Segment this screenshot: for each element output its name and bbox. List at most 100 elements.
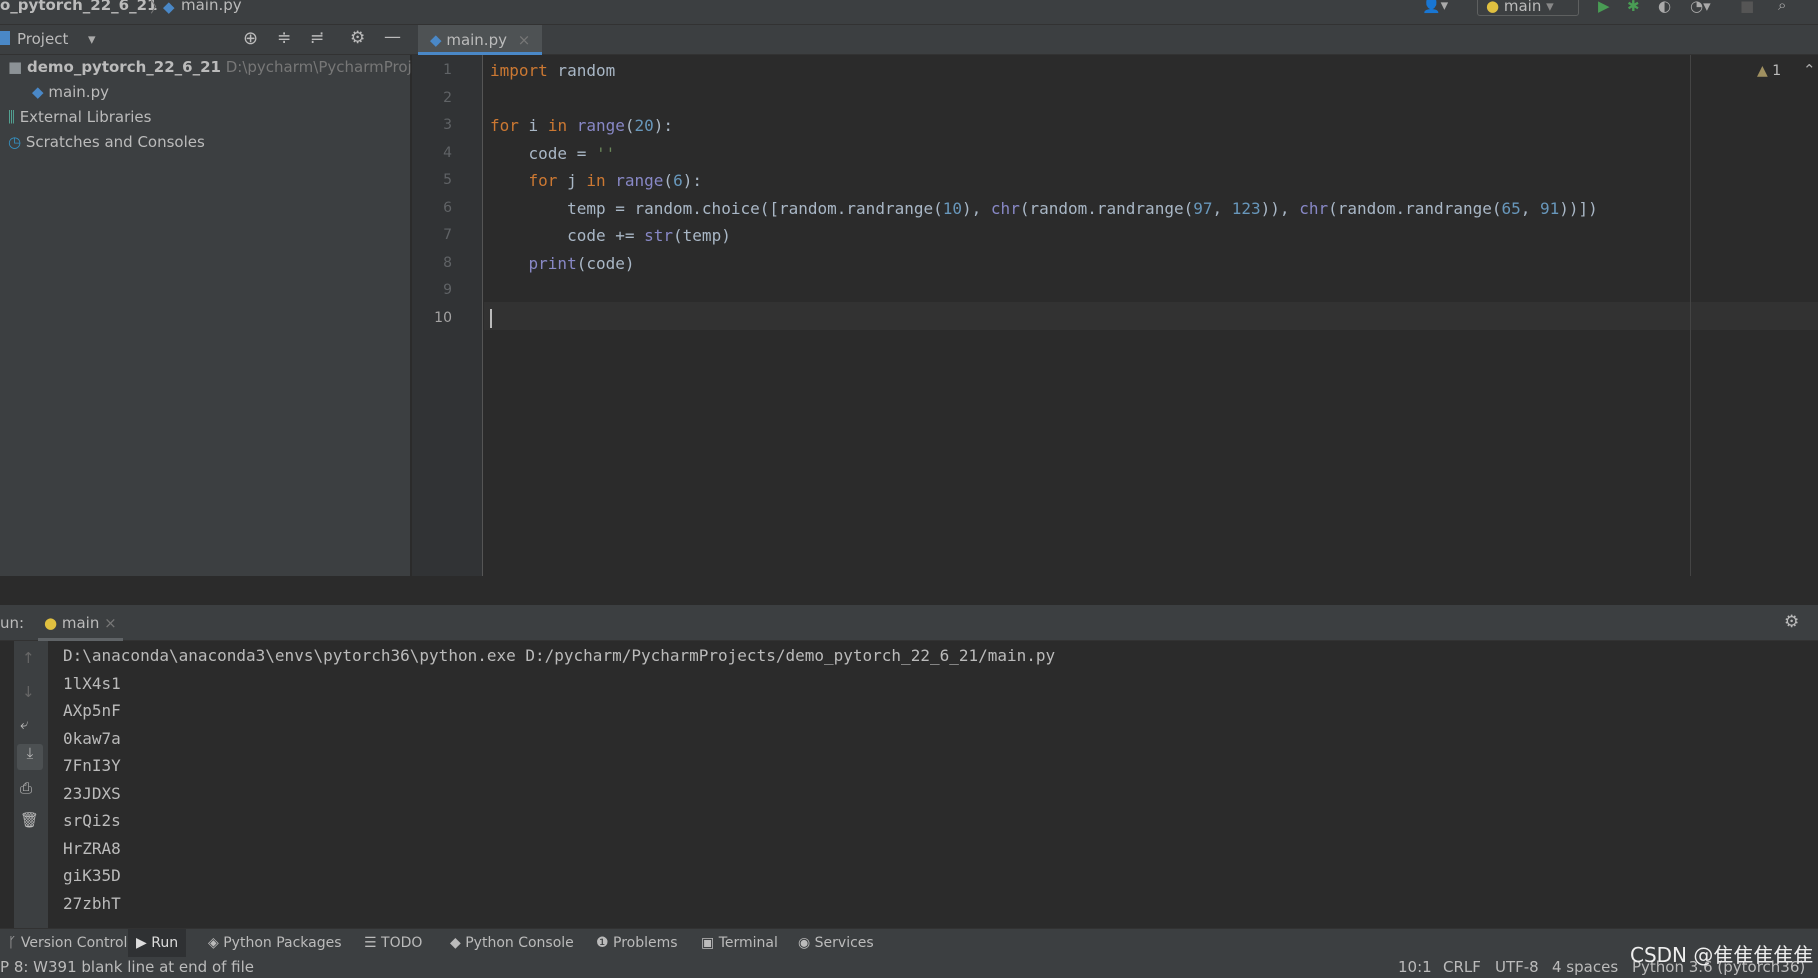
python-file-icon: ◆ [163, 0, 175, 16]
warning-indicator[interactable]: ▲ 1 [1757, 63, 1781, 79]
stop-icon[interactable]: ■ [1740, 0, 1754, 15]
tool-window-bar: ᚴ Version Control ▶ Run ◈ Python Package… [0, 928, 1818, 957]
console-line: AXp5nF [63, 701, 121, 720]
line-number: 2 [443, 89, 452, 106]
line-numbers: 1 2 3 4 5 6 7 8 9 10 [412, 55, 483, 576]
console-line: HrZRA8 [63, 838, 121, 858]
close-icon[interactable]: × [518, 31, 531, 49]
breadcrumb-project[interactable]: o_pytorch_22_6_21 [0, 0, 157, 14]
warning-count: 1 [1772, 63, 1782, 79]
arrow-up-icon[interactable]: ↑ [22, 649, 35, 667]
tool-services[interactable]: ◉ Services [790, 929, 882, 957]
tool-terminal[interactable]: ▣ Terminal [693, 929, 786, 957]
line-number: 3 [443, 117, 452, 133]
python-console-icon: ◆ [450, 935, 461, 951]
project-icon [0, 31, 10, 45]
close-icon[interactable]: × [104, 614, 117, 632]
tree-item-external-libraries[interactable]: ⫼ External Libraries [8, 105, 151, 130]
run-toolbar: ↑ ↓ ⤶ ⤓ ⎙ 🗑 [14, 641, 48, 928]
tree-item-scratches[interactable]: ◷ Scratches and Consoles [8, 130, 205, 155]
run-icon: ▶ [136, 935, 147, 951]
editor-inspection-gutter: ▲ 1 ⌃ [1690, 55, 1818, 576]
run-config-label: main [1503, 0, 1542, 15]
expand-all-icon[interactable]: ≑ [277, 28, 291, 48]
tool-label: Problems [613, 935, 678, 951]
list-icon: ☰ [364, 935, 377, 951]
chevron-up-icon[interactable]: ⌃ [1803, 61, 1816, 79]
tool-python-console[interactable]: ◆ Python Console [442, 929, 582, 957]
code-line: print(code) [528, 253, 635, 273]
indent-setting[interactable]: 4 spaces [1552, 957, 1618, 978]
tree-item-main-py[interactable]: ◆ main.py [32, 80, 109, 105]
code-line: import random [490, 61, 616, 80]
status-message[interactable]: P 8: W391 blank line at end of file [0, 957, 254, 978]
python-icon: ● [44, 614, 58, 632]
debug-icon[interactable]: ✱ [1627, 0, 1640, 15]
tool-label: Python Packages [223, 935, 342, 951]
run-tab-main[interactable]: ● main × [38, 605, 123, 641]
locate-icon[interactable]: ⊕ [243, 28, 258, 49]
tool-run[interactable]: ▶ Run [128, 929, 187, 957]
code-line [484, 305, 1690, 333]
editor-bottom-area [0, 576, 1818, 605]
print-icon[interactable]: ⎙ [20, 779, 32, 797]
scratches-icon: ◷ [8, 133, 22, 151]
line-number: 5 [443, 172, 452, 188]
editor-tabs: ◆ main.py × [410, 25, 1818, 55]
tab-label: main.py [446, 31, 507, 49]
console-line: 1lX4s1 [63, 673, 121, 693]
soft-wrap-icon[interactable]: ⤶ [20, 715, 28, 733]
code-line: for j in range(6): [528, 171, 702, 190]
code-editor[interactable]: import random for i in range(20): code =… [484, 55, 1690, 576]
code-line: temp = random.choice([random.randrange(1… [490, 198, 1598, 218]
file-encoding[interactable]: UTF-8 [1495, 957, 1539, 978]
root-name: demo_pytorch_22_6_21 [26, 58, 221, 76]
line-number: 8 [443, 254, 452, 271]
line-separator[interactable]: CRLF [1443, 957, 1481, 978]
tool-problems[interactable]: ❶ Problems [588, 929, 686, 957]
scroll-to-end-icon[interactable]: ⤓ [17, 744, 43, 770]
collapse-all-icon[interactable]: ≓ [310, 28, 324, 48]
arrow-down-icon[interactable]: ↓ [22, 683, 35, 701]
libs-label: External Libraries [19, 108, 152, 126]
trash-icon[interactable]: 🗑 [20, 811, 39, 829]
file-name: main.py [48, 83, 109, 101]
console-line: giK35D [63, 866, 121, 885]
line-number: 6 [443, 199, 452, 216]
scratches-label: Scratches and Consoles [25, 133, 205, 151]
tool-label: Python Console [465, 935, 574, 951]
code-line: code = '' [490, 143, 616, 163]
navigation-bar: o_pytorch_22_6_21 〉 ◆ main.py 👤▾ ● main … [0, 0, 1818, 25]
python-file-icon: ◆ [430, 31, 442, 49]
tool-label: Version Control [20, 935, 128, 951]
problems-icon: ❶ [596, 935, 609, 951]
chevron-down-icon[interactable]: ▾ [88, 30, 96, 48]
search-icon[interactable]: ⌕ [1778, 0, 1786, 14]
run-console[interactable]: D:\anaconda\anaconda3\envs\pytorch36\pyt… [50, 641, 1818, 928]
folder-icon: ■ [8, 58, 23, 76]
tool-version-control[interactable]: ᚴ Version Control [0, 929, 135, 957]
gear-icon[interactable]: ⚙ [350, 28, 365, 48]
coverage-icon[interactable]: ◐ [1658, 0, 1671, 15]
profile-icon[interactable]: ◔▾ [1690, 0, 1711, 15]
line-number: 7 [443, 227, 452, 243]
tool-todo[interactable]: ☰ TODO [356, 929, 430, 957]
run-config-select[interactable]: ● main ▾ [1477, 0, 1579, 16]
project-toolbar: Project ▾ ⊕ ≑ ≓ ⚙ — [0, 25, 410, 55]
gear-icon[interactable]: ⚙ [1784, 612, 1799, 632]
user-icon[interactable]: 👤▾ [1422, 0, 1448, 14]
line-number: 9 [443, 282, 452, 298]
run-icon[interactable]: ▶ [1598, 0, 1610, 15]
line-number: 1 [443, 62, 452, 78]
tree-root[interactable]: ■ demo_pytorch_22_6_21 D:\pycharm\Pychar… [8, 55, 429, 80]
tool-python-packages[interactable]: ◈ Python Packages [200, 929, 350, 957]
console-command: D:\anaconda\anaconda3\envs\pytorch36\pyt… [63, 646, 1056, 665]
hide-icon[interactable]: — [384, 27, 401, 47]
breadcrumb-file[interactable]: main.py [181, 0, 242, 14]
tool-label: TODO [381, 935, 423, 951]
caret-position[interactable]: 10:1 [1398, 957, 1432, 978]
console-line: 7FnI3Y [63, 756, 121, 775]
tab-main-py[interactable]: ◆ main.py × [418, 25, 543, 55]
project-title[interactable]: Project [17, 30, 68, 48]
